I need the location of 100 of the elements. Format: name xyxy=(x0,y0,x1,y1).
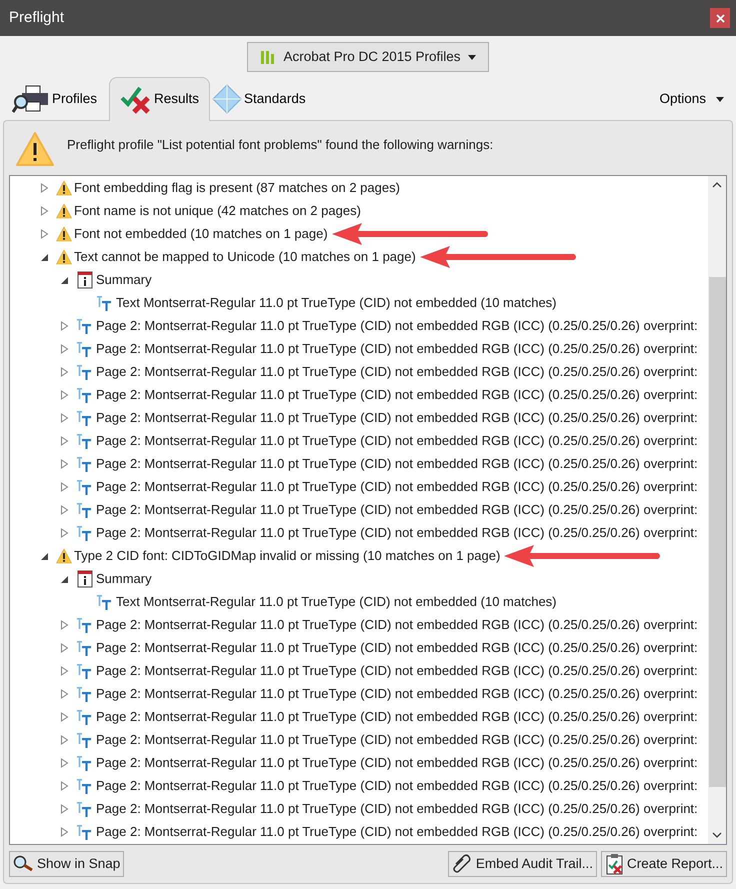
expand-arrow-icon[interactable] xyxy=(60,458,69,468)
magnifier-icon xyxy=(13,855,35,873)
tree-item-label[interactable]: Summary xyxy=(96,270,152,290)
check-cross-icon xyxy=(120,86,152,114)
tree-item-label[interactable]: Page 2: Montserrat-Regular 11.0 pt TrueType (CID) not embedded RGB (ICC) (0.25/0.25/0.26) overprint: xyxy=(96,660,698,680)
tree-item-label[interactable]: Page 2: Montserrat-Regular 11.0 pt TrueType (CID) not embedded RGB (ICC) (0.25/0.25/0.26) overprint: xyxy=(96,316,698,336)
text-type-icon xyxy=(76,364,94,380)
text-type-icon xyxy=(76,340,94,356)
expand-arrow-icon[interactable] xyxy=(60,734,69,744)
text-type-icon xyxy=(76,640,94,656)
close-icon xyxy=(716,14,724,22)
expand-arrow-icon[interactable] xyxy=(60,412,69,422)
tree-item-label[interactable]: Summary xyxy=(96,568,152,588)
text-type-icon xyxy=(76,616,94,632)
tree-item-label[interactable]: Page 2: Montserrat-Regular 11.0 pt TrueType (CID) not embedded RGB (ICC) (0.25/0.25/0.26) overprint: xyxy=(96,752,698,772)
text-type-icon xyxy=(76,524,94,540)
close-button[interactable] xyxy=(710,8,730,28)
warning-icon xyxy=(56,180,72,196)
text-type-icon xyxy=(76,456,94,472)
text-type-icon xyxy=(96,294,114,310)
expand-arrow-icon[interactable] xyxy=(40,206,49,216)
printer-magnifier-icon xyxy=(12,84,50,114)
tree-item-label[interactable]: Font embedding flag is present (87 matches on 2 pages) xyxy=(74,178,400,198)
warning-icon xyxy=(56,202,72,218)
text-type-icon xyxy=(76,410,94,426)
expand-arrow-icon[interactable] xyxy=(40,228,49,238)
text-type-icon xyxy=(76,502,94,518)
tree-item-label[interactable]: Page 2: Montserrat-Regular 11.0 pt TrueType (CID) not embedded RGB (ICC) (0.25/0.25/0.26) overprint: xyxy=(96,362,698,382)
tree-item-label[interactable]: Page 2: Montserrat-Regular 11.0 pt TrueType (CID) not embedded RGB (ICC) (0.25/0.25/0.26) overprint: xyxy=(96,798,698,818)
tree-item-label[interactable]: Page 2: Montserrat-Regular 11.0 pt TrueType (CID) not embedded RGB (ICC) (0.25/0.25/0.26) overprint: xyxy=(96,476,698,496)
text-type-icon xyxy=(76,432,94,448)
action-button[interactable]: Create Report... xyxy=(600,851,727,877)
tree-item-label[interactable]: Page 2: Montserrat-Regular 11.0 pt TrueType (CID) not embedded RGB (ICC) (0.25/0.25/0.26) overprint: xyxy=(96,730,698,750)
scrollbar[interactable] xyxy=(708,176,726,844)
text-type-icon xyxy=(76,708,94,724)
tree-item-label[interactable]: Text Montserrat-Regular 11.0 pt TrueType (CID) not embedded (10 matches) xyxy=(116,292,557,312)
text-type-icon xyxy=(76,662,94,678)
text-type-icon xyxy=(76,778,94,794)
action-button[interactable]: Show in Snap xyxy=(9,851,124,877)
expand-arrow-icon[interactable] xyxy=(60,482,69,492)
tree-item-label[interactable]: Page 2: Montserrat-Regular 11.0 pt TrueType (CID) not embedded RGB (ICC) (0.25/0.25/0.26) overprint: xyxy=(96,822,698,842)
options-menu[interactable]: Options xyxy=(659,78,726,120)
tree-item-label[interactable]: Page 2: Montserrat-Regular 11.0 pt TrueType (CID) not embedded RGB (ICC) (0.25/0.25/0.26) overprint: xyxy=(96,384,698,404)
diamond-icon xyxy=(212,84,242,114)
info-document-icon xyxy=(76,570,94,588)
scroll-thumb[interactable] xyxy=(708,277,726,787)
tree-item-label[interactable]: Page 2: Montserrat-Regular 11.0 pt TrueType (CID) not embedded RGB (ICC) (0.25/0.25/0.26) overprint: xyxy=(96,522,698,542)
expand-arrow-icon[interactable] xyxy=(60,758,69,768)
tree-item-label[interactable]: Text cannot be mapped to Unicode (10 matches on 1 page) xyxy=(74,246,416,266)
warning-icon xyxy=(56,248,72,264)
expand-arrow-icon[interactable] xyxy=(60,642,69,652)
tree-item-label[interactable]: Page 2: Montserrat-Regular 11.0 pt TrueType (CID) not embedded RGB (ICC) (0.25/0.25/0.26) overprint: xyxy=(96,638,698,658)
tab[interactable]: Profiles xyxy=(10,78,100,120)
warning-icon xyxy=(56,226,72,242)
tree-item-label[interactable]: Page 2: Montserrat-Regular 11.0 pt TrueType (CID) not embedded RGB (ICC) (0.25/0.25/0.26) overprint: xyxy=(96,776,698,796)
tab[interactable]: Results xyxy=(109,77,210,121)
tree-item-label[interactable]: Text Montserrat-Regular 11.0 pt TrueType (CID) not embedded (10 matches) xyxy=(116,592,557,612)
tree-item-label[interactable]: Page 2: Montserrat-Regular 11.0 pt TrueType (CID) not embedded RGB (ICC) (0.25/0.25/0.26) overprint: xyxy=(96,430,698,450)
expand-arrow-icon[interactable] xyxy=(60,688,69,698)
tree-item-label[interactable]: Page 2: Montserrat-Regular 11.0 pt TrueType (CID) not embedded RGB (ICC) (0.25/0.25/0.26) overprint: xyxy=(96,500,698,520)
tree-item-label[interactable]: Page 2: Montserrat-Regular 11.0 pt TrueType (CID) not embedded RGB (ICC) (0.25/0.25/0.26) overprint: xyxy=(96,706,698,726)
bar-chart-icon xyxy=(260,49,276,65)
collapse-arrow-icon[interactable] xyxy=(40,252,49,262)
text-type-icon xyxy=(76,732,94,748)
tab[interactable]: Standards xyxy=(210,78,308,120)
text-type-icon xyxy=(76,800,94,816)
expand-arrow-icon[interactable] xyxy=(60,320,69,330)
action-button[interactable]: Embed Audit Trail... xyxy=(448,851,597,877)
warning-icon xyxy=(56,548,72,564)
expand-arrow-icon[interactable] xyxy=(60,712,69,722)
caret-icon xyxy=(468,54,476,60)
expand-arrow-icon[interactable] xyxy=(60,620,69,630)
expand-arrow-icon[interactable] xyxy=(60,780,69,790)
tree-item-label[interactable]: Type 2 CID font: CIDToGIDMap invalid or missing (10 matches on 1 page) xyxy=(74,546,500,566)
expand-arrow-icon[interactable] xyxy=(60,826,69,836)
tree-item-label[interactable]: Font name is not unique (42 matches on 2 pages) xyxy=(74,200,361,220)
expand-arrow-icon[interactable] xyxy=(60,804,69,814)
expand-arrow-icon[interactable] xyxy=(60,366,69,376)
collapse-arrow-icon[interactable] xyxy=(60,574,69,584)
tree-item-label[interactable]: Page 2: Montserrat-Regular 11.0 pt TrueType (CID) not embedded RGB (ICC) (0.25/0.25/0.26) overprint: xyxy=(96,454,698,474)
tree-item-label[interactable]: Page 2: Montserrat-Regular 11.0 pt TrueType (CID) not embedded RGB (ICC) (0.25/0.25/0.26) overprint: xyxy=(96,408,698,428)
expand-arrow-icon[interactable] xyxy=(60,528,69,538)
collapse-arrow-icon[interactable] xyxy=(40,550,49,560)
collapse-arrow-icon[interactable] xyxy=(60,274,69,284)
expand-arrow-icon[interactable] xyxy=(60,436,69,446)
tree-item-label[interactable]: Page 2: Montserrat-Regular 11.0 pt TrueType (CID) not embedded RGB (ICC) (0.25/0.25/0.26) overprint: xyxy=(96,684,698,704)
expand-arrow-icon[interactable] xyxy=(40,182,49,192)
info-document-icon xyxy=(76,270,94,288)
expand-arrow-icon[interactable] xyxy=(60,504,69,514)
tree-item-label[interactable]: Page 2: Montserrat-Regular 11.0 pt TrueType (CID) not embedded RGB (ICC) (0.25/0.25/0.26) overprint: xyxy=(96,614,698,634)
expand-arrow-icon[interactable] xyxy=(60,344,69,354)
profile-dropdown[interactable]: Acrobat Pro DC 2015 Profiles xyxy=(247,42,489,72)
expand-arrow-icon[interactable] xyxy=(60,666,69,676)
text-type-icon xyxy=(76,478,94,494)
expand-arrow-icon[interactable] xyxy=(60,390,69,400)
window-title: Preflight xyxy=(9,8,64,28)
tree-item-label[interactable]: Font not embedded (10 matches on 1 page) xyxy=(74,224,328,244)
caret-icon xyxy=(716,96,724,102)
message-text: Preflight profile "List potential font problems" found the following warnings: xyxy=(67,136,494,154)
tree-item-label[interactable]: Page 2: Montserrat-Regular 11.0 pt TrueType (CID) not embedded RGB (ICC) (0.25/0.25/0.26) overprint: xyxy=(96,338,698,358)
